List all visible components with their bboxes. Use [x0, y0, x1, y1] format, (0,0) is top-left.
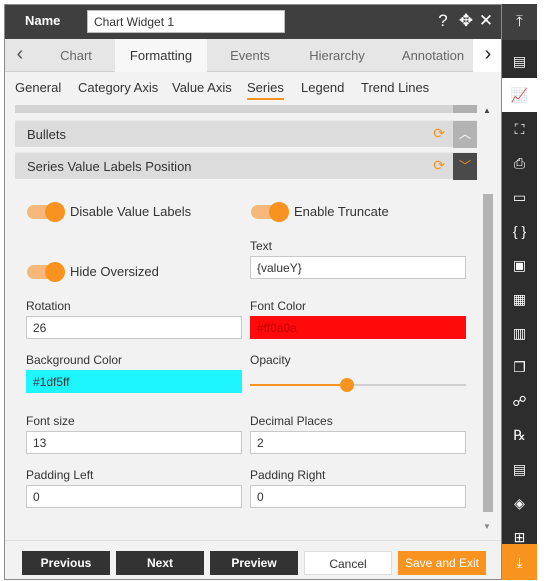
- name-label: Name: [25, 13, 61, 28]
- chart-widget-settings-panel: Name Chart Widget 1 ? ✥ ✕ ‹ Chart Format…: [4, 4, 502, 580]
- subtab-legend[interactable]: Legend: [301, 80, 344, 95]
- help-icon[interactable]: ?: [433, 10, 453, 32]
- close-icon[interactable]: ✕: [476, 10, 496, 32]
- image-icon[interactable]: ▣: [502, 248, 537, 282]
- formatting-subtabs: General Category Axis Value Axis Series …: [5, 72, 501, 102]
- rotation-label: Rotation: [26, 299, 71, 313]
- hide-oversized-toggle[interactable]: [27, 262, 65, 282]
- widget-header: Name Chart Widget 1 ? ✥ ✕: [5, 5, 501, 39]
- refresh-icon[interactable]: ⟳: [433, 157, 445, 174]
- font-color-input[interactable]: #ff0a0a: [250, 316, 466, 339]
- tab-chart[interactable]: Chart: [47, 39, 105, 72]
- subtab-general[interactable]: General: [15, 80, 61, 95]
- background-color-input[interactable]: #1df5ff: [26, 370, 242, 393]
- padding-left-input[interactable]: 0: [26, 485, 242, 508]
- save-and-exit-button[interactable]: Save and Exit: [398, 551, 486, 575]
- widget-name-input[interactable]: Chart Widget 1: [87, 10, 285, 33]
- subtab-value-axis[interactable]: Value Axis: [172, 80, 232, 95]
- copy-icon[interactable]: ❐: [502, 350, 537, 384]
- background-color-label: Background Color: [26, 353, 123, 367]
- series-settings-content: Bullets ⟳ ︿ Series Value Labels Position…: [5, 102, 501, 540]
- opacity-label: Opacity: [250, 353, 291, 367]
- tabs-next-arrow-icon[interactable]: ›: [473, 39, 501, 72]
- bar-chart-icon[interactable]: ▥: [502, 316, 537, 350]
- move-icon[interactable]: ✥: [456, 10, 476, 32]
- tab-formatting[interactable]: Formatting: [115, 39, 207, 72]
- rotation-input[interactable]: 26: [26, 316, 242, 339]
- bullets-section-header[interactable]: Bullets ⟳ ︿: [15, 120, 477, 148]
- text-input[interactable]: {valueY}: [250, 256, 466, 279]
- enable-truncate-label: Enable Truncate: [294, 204, 389, 219]
- document-icon[interactable]: ⎙: [502, 146, 537, 180]
- chevron-down-icon[interactable]: ﹀: [453, 153, 477, 180]
- subtab-series[interactable]: Series: [247, 80, 284, 100]
- refresh-icon[interactable]: ⟳: [433, 125, 445, 142]
- decimal-places-input[interactable]: 2: [250, 431, 466, 454]
- rx-icon[interactable]: ℞: [502, 418, 537, 452]
- opacity-slider-handle[interactable]: [340, 378, 355, 392]
- hide-oversized-label: Hide Oversized: [70, 264, 159, 279]
- subtab-category-axis[interactable]: Category Axis: [78, 80, 158, 95]
- text-field-label: Text: [250, 239, 273, 253]
- enable-truncate-toggle[interactable]: [251, 202, 289, 222]
- collapsed-section-bar: [15, 105, 477, 113]
- map-icon[interactable]: ⛶: [502, 112, 537, 146]
- collapse-up-icon[interactable]: ⤒: [502, 4, 537, 40]
- padding-right-label: Padding Right: [250, 468, 326, 482]
- footer-actions: Previous Next Preview Cancel Save and Ex…: [5, 540, 501, 579]
- padding-left-label: Padding Left: [26, 468, 94, 482]
- opacity-slider-track[interactable]: [250, 384, 466, 386]
- main-tabs: ‹ Chart Formatting Events Hierarchy Anno…: [5, 39, 501, 72]
- scrollbar-thumb[interactable]: [483, 194, 493, 512]
- font-size-input[interactable]: 13: [26, 431, 242, 454]
- collapse-down-icon[interactable]: ⤓: [502, 544, 537, 580]
- table-icon[interactable]: ▤: [502, 44, 537, 78]
- tab-events[interactable]: Events: [217, 39, 283, 72]
- scroll-down-arrow-icon[interactable]: ▼: [483, 522, 491, 531]
- cancel-button[interactable]: Cancel: [304, 551, 392, 575]
- bullets-section-title: Bullets: [27, 127, 67, 142]
- labels-position-form: Disable Value Labels Enable Truncate Tex…: [15, 181, 477, 540]
- font-size-label: Font size: [26, 414, 75, 428]
- file-icon[interactable]: ▭: [502, 180, 537, 214]
- layers-icon[interactable]: ◈: [502, 486, 537, 520]
- tabs-prev-arrow-icon[interactable]: ‹: [5, 39, 35, 72]
- preview-button[interactable]: Preview: [210, 551, 298, 575]
- next-button[interactable]: Next: [116, 551, 204, 575]
- cluster-icon[interactable]: ☍: [502, 384, 537, 418]
- padding-right-input[interactable]: 0: [250, 485, 466, 508]
- line-chart-icon[interactable]: 📈: [502, 78, 537, 112]
- decimal-places-label: Decimal Places: [250, 414, 333, 428]
- previous-button[interactable]: Previous: [22, 551, 110, 575]
- content-scrollbar[interactable]: ▲ ▼: [481, 102, 495, 540]
- disable-value-labels-label: Disable Value Labels: [70, 204, 192, 219]
- labels-position-section-title: Series Value Labels Position: [27, 159, 192, 174]
- chevron-up-icon[interactable]: ︿: [453, 121, 477, 148]
- report-icon[interactable]: ▤: [502, 452, 537, 486]
- scroll-up-arrow-icon[interactable]: ▲: [483, 106, 491, 115]
- right-toolbar: ⤒ ▤ 📈 ⛶ ⎙ ▭{ } ▣ ▦ ▥ ❐ ☍ ℞ ▤ ◈ ⊞ ⤓: [502, 4, 537, 580]
- code-braces-icon[interactable]: { }: [502, 214, 537, 248]
- tab-hierarchy[interactable]: Hierarchy: [297, 39, 377, 72]
- tab-annotation[interactable]: Annotation: [393, 39, 473, 72]
- subtab-trend-lines[interactable]: Trend Lines: [361, 80, 429, 95]
- labels-position-section-header[interactable]: Series Value Labels Position ⟳ ﹀: [15, 152, 477, 180]
- disable-value-labels-toggle[interactable]: [27, 202, 65, 222]
- kpi-icon[interactable]: ▦: [502, 282, 537, 316]
- font-color-label: Font Color: [250, 299, 307, 313]
